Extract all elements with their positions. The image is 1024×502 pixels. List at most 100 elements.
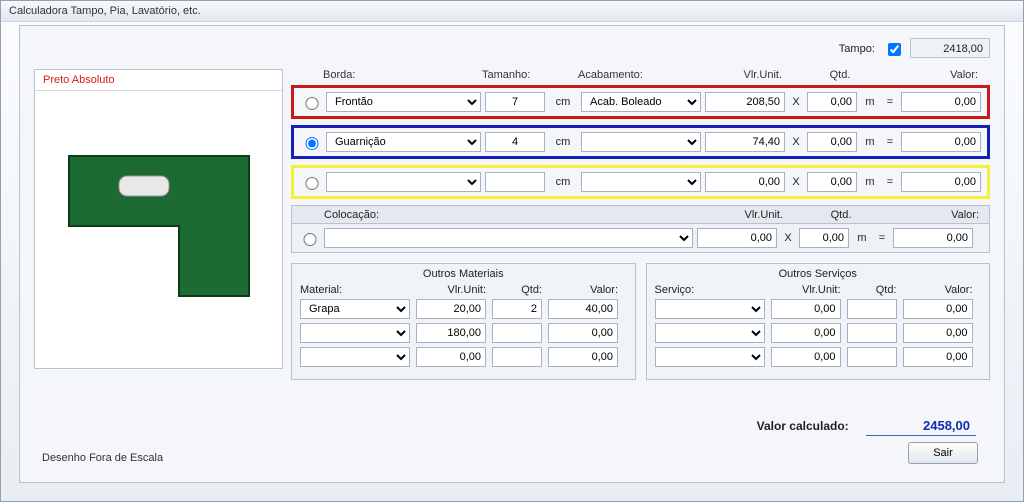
srv-vlr-3[interactable] [771,347,841,367]
mat-valor-2 [548,323,618,343]
tamanho-input-2[interactable] [485,132,545,152]
srv-select-3[interactable] [655,347,765,367]
hdr-tamanho: Tamanho: [482,69,574,81]
tamanho-input-1[interactable] [485,92,545,112]
coloc-qtd-hdr: Qtd. [805,209,877,221]
vlr-1[interactable] [705,92,785,112]
materiais-title: Outros Materiais [300,268,627,280]
valor-calculado-value: 2458,00 [866,416,976,436]
tampo-row: Tampo: 2418,00 [34,38,990,59]
borda-row-1: Frontão cm Acab. Boleado X m = [291,85,990,119]
hdr-valor: Valor: [898,69,978,81]
m-label-2: m [861,136,879,148]
cm-label: cm [549,96,577,108]
srv-hdr-servico: Serviço: [655,284,765,296]
coloc-header: Colocação: Vlr.Unit. Qtd. Valor: [291,205,990,224]
vlr-2[interactable] [705,132,785,152]
coloc-radio[interactable] [303,233,317,246]
mat-vlr-1[interactable] [416,299,486,319]
srv-valor-1 [903,299,973,319]
qtd-3[interactable] [807,172,857,192]
cm-label-2: cm [549,136,577,148]
hdr-acab: Acabamento: [578,69,698,81]
qtd-1[interactable] [807,92,857,112]
valor-1 [901,92,981,112]
srv-qtd-2[interactable] [847,323,897,343]
valor-calculado-row: Valor calculado: 2458,00 [757,416,976,436]
x-label-3: X [789,176,803,188]
mat-vlr-3[interactable] [416,347,486,367]
sair-button[interactable]: Sair [908,442,978,464]
hdr-qtd: Qtd. [804,69,876,81]
cm-label-3: cm [549,176,577,188]
vlr-3[interactable] [705,172,785,192]
coloc-qtd[interactable] [799,228,849,248]
content-panel: Tampo: 2418,00 Preto Absoluto Borda [19,25,1005,483]
qtd-2[interactable] [807,132,857,152]
borda-select-3[interactable] [326,172,481,192]
valor-calculado-label: Valor calculado: [757,419,849,433]
mat-qtd-1[interactable] [492,299,542,319]
coloc-row: X m = [291,224,990,253]
mat-qtd-2[interactable] [492,323,542,343]
servicos-title: Outros Serviços [655,268,982,280]
tampo-checkbox[interactable] [888,43,901,56]
mat-select-1[interactable]: Grapa [300,299,410,319]
window: Calculadora Tampo, Pia, Lavatório, etc. … [0,0,1024,502]
borda-select-1[interactable]: Frontão [326,92,481,112]
srv-vlr-2[interactable] [771,323,841,343]
m-label-3: m [861,176,879,188]
outros-materiais-panel: Outros Materiais Material: Vlr.Unit: Qtd… [291,263,636,380]
acab-select-1[interactable]: Acab. Boleado [581,92,701,112]
srv-select-2[interactable] [655,323,765,343]
srv-valor-3 [903,347,973,367]
mat-hdr-valor: Valor: [548,284,618,296]
scale-note: Desenho Fora de Escala [42,452,163,464]
outros-servicos-panel: Outros Serviços Serviço: Vlr.Unit: Qtd: … [646,263,991,380]
coloc-select[interactable] [324,228,693,248]
borda-row-2: Guarnição cm X m = [291,125,990,159]
mat-qtd-3[interactable] [492,347,542,367]
preview-panel: Preto Absoluto [34,69,283,369]
borda-row-3: cm X m = [291,165,990,199]
coloc-x: X [781,232,795,244]
mat-select-2[interactable] [300,323,410,343]
mat-hdr-qtd: Qtd: [492,284,542,296]
coloc-eq: = [875,232,889,244]
valor-3 [901,172,981,192]
coloc-m: m [853,232,871,244]
eq-label-3: = [883,176,897,188]
mat-valor-3 [548,347,618,367]
srv-hdr-qtd: Qtd: [847,284,897,296]
borda-select-2[interactable]: Guarnição [326,132,481,152]
srv-select-1[interactable] [655,299,765,319]
srv-hdr-valor: Valor: [903,284,973,296]
borda-radio-1[interactable] [305,97,319,110]
borda-radio-2[interactable] [305,137,319,150]
srv-vlr-1[interactable] [771,299,841,319]
srv-qtd-1[interactable] [847,299,897,319]
tampo-value: 2418,00 [910,38,990,58]
x-label: X [789,96,803,108]
mat-vlr-2[interactable] [416,323,486,343]
mat-select-3[interactable] [300,347,410,367]
acab-select-2[interactable] [581,132,701,152]
mat-hdr-material: Material: [300,284,410,296]
valor-2 [901,132,981,152]
hdr-borda: Borda: [323,69,478,81]
shape-icon [59,136,259,306]
coloc-valor [893,228,973,248]
acab-select-3[interactable] [581,172,701,192]
tamanho-input-3[interactable] [485,172,545,192]
coloc-vlr[interactable] [697,228,777,248]
hdr-vlrunit: Vlr.Unit. [702,69,782,81]
srv-qtd-3[interactable] [847,347,897,367]
coloc-label: Colocação: [324,209,479,221]
coloc-vlr-hdr: Vlr.Unit. [703,209,783,221]
eq-label-2: = [883,136,897,148]
material-name: Preto Absoluto [35,70,282,91]
srv-hdr-vlr: Vlr.Unit: [771,284,841,296]
borda-radio-3[interactable] [305,177,319,190]
borda-header: Borda: Tamanho: Acabamento: Vlr.Unit. Qt… [291,69,990,81]
coloc-valor-hdr: Valor: [899,209,979,221]
